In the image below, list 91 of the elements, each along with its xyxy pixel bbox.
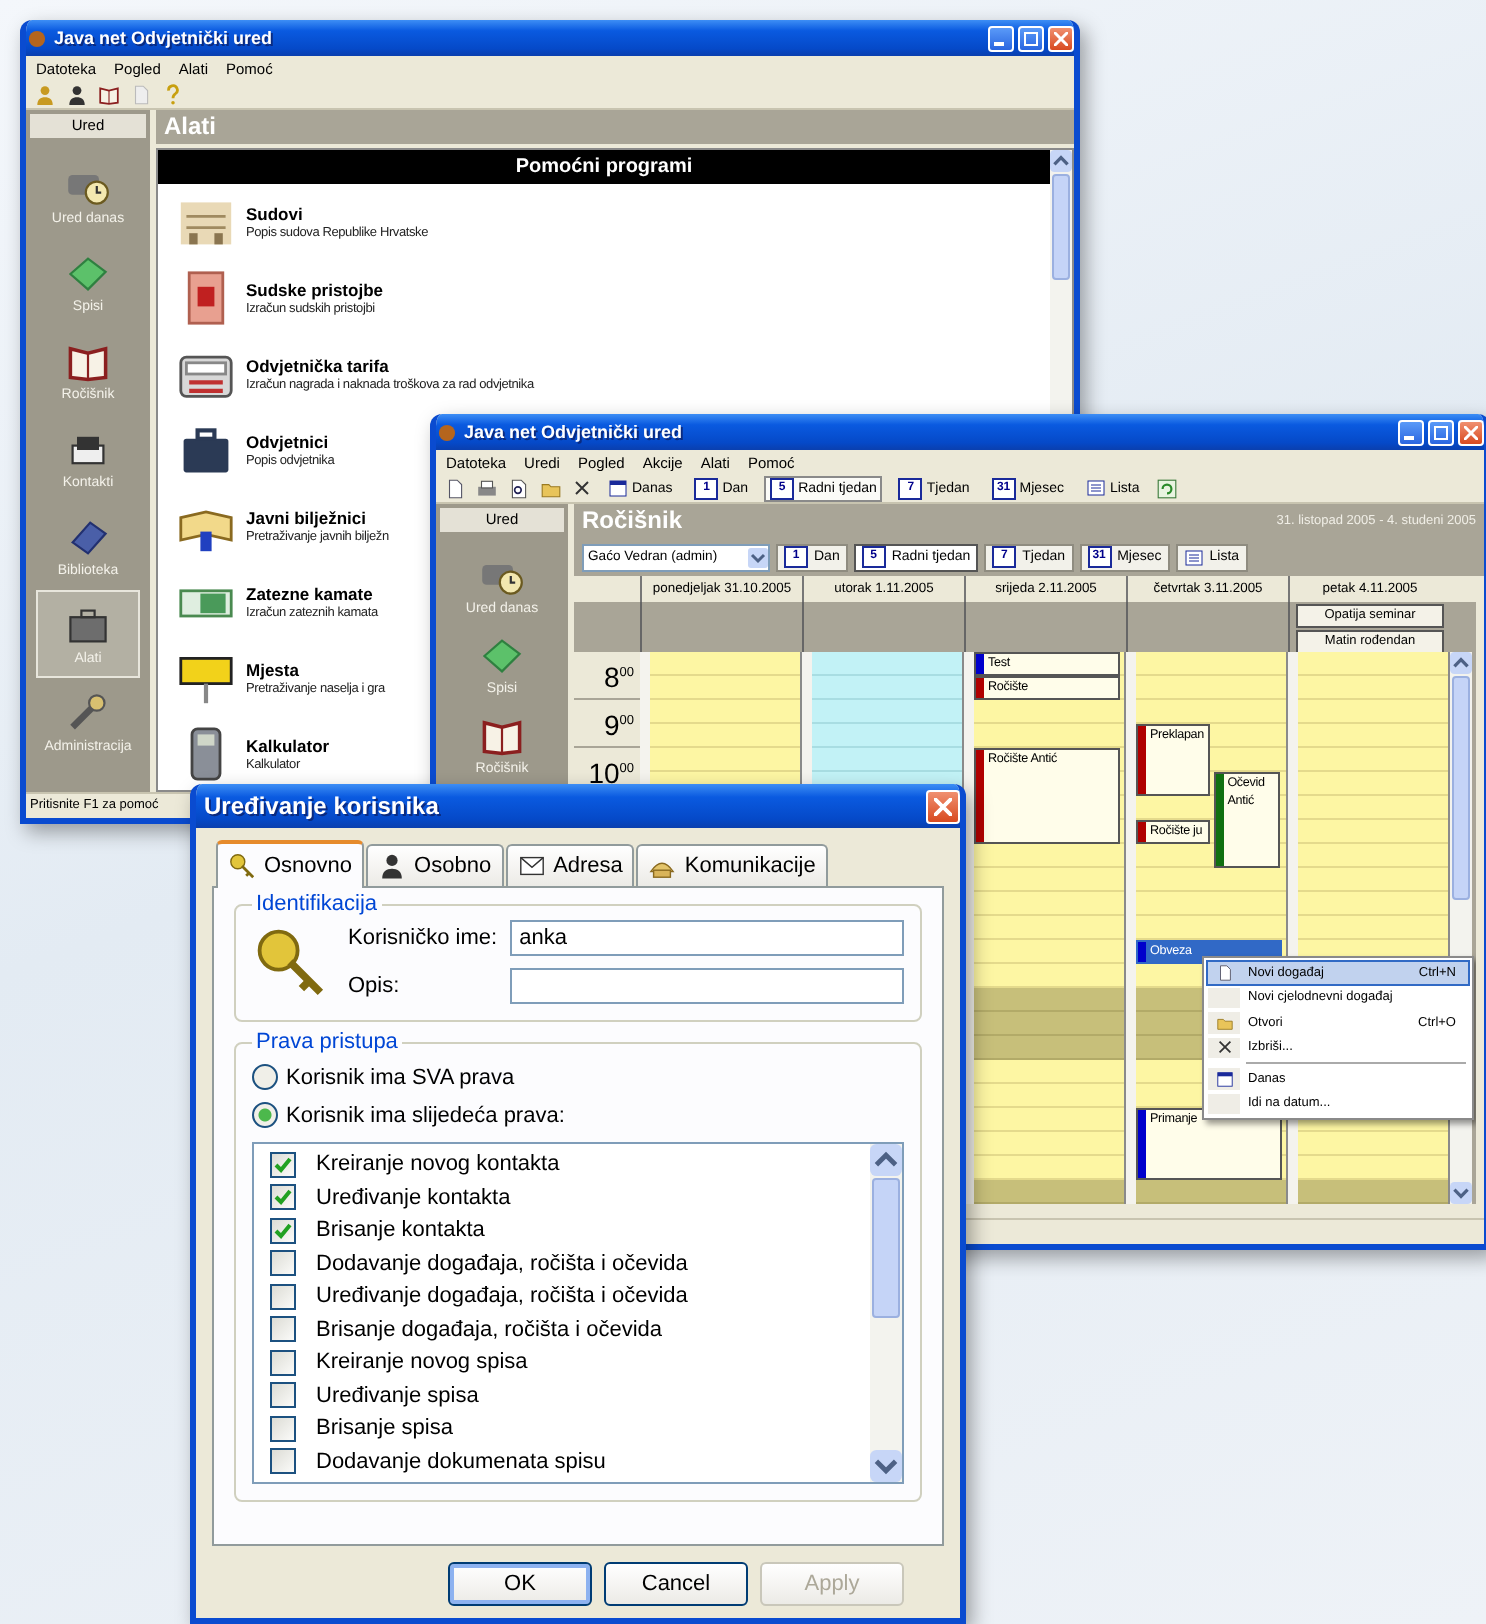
- close-icon: [934, 797, 952, 815]
- close-icon: [1054, 31, 1068, 45]
- dialog-button[interactable]: Cancel: [604, 1562, 748, 1606]
- dialog-button[interactable]: OK: [448, 1562, 592, 1606]
- tool-link[interactable]: Javni bilježnici: [246, 508, 389, 528]
- checkbox[interactable]: [270, 1415, 296, 1442]
- checkbox[interactable]: [270, 1382, 296, 1409]
- tool-link[interactable]: Kalkulator: [246, 736, 330, 756]
- keys-icon: [252, 924, 328, 1000]
- checkbox[interactable]: [270, 1283, 296, 1310]
- scroll-down-icon[interactable]: [870, 1450, 902, 1482]
- minimize-button[interactable]: [988, 25, 1014, 51]
- radio-button[interactable]: [252, 1064, 278, 1090]
- radio-button[interactable]: [252, 1102, 278, 1128]
- calendar-icon: [1215, 1069, 1233, 1088]
- checkbox[interactable]: [270, 1349, 296, 1376]
- keys-icon: [228, 852, 256, 880]
- window-title: Java net Odvjetnički ured: [464, 422, 685, 442]
- permission-label: Uređivanje spisa: [316, 1383, 479, 1408]
- radio-label[interactable]: Korisnik ima SVA prava: [286, 1065, 515, 1089]
- tab[interactable]: Osobno: [366, 844, 504, 886]
- dropdown-arrow-icon: [748, 547, 768, 567]
- permission-label: Kreiranje novog spisa: [316, 1350, 528, 1375]
- checkbox[interactable]: [270, 1448, 296, 1475]
- group-title: Identifikacija: [254, 892, 380, 916]
- tool-link[interactable]: Zatezne kamate: [246, 584, 378, 604]
- refresh-icon[interactable]: [1155, 477, 1178, 499]
- scrollbar[interactable]: [870, 1144, 902, 1482]
- app-icon: [438, 423, 456, 441]
- delete-icon[interactable]: [572, 478, 592, 498]
- minimize-button[interactable]: [1398, 419, 1424, 445]
- maximize-button[interactable]: [1428, 419, 1454, 445]
- close-button[interactable]: [926, 789, 960, 823]
- permission-label: Dodavanje dokumenata spisu: [316, 1449, 606, 1474]
- permission-label: Brisanje događaja, ročišta i očevida: [316, 1317, 663, 1342]
- checkbox[interactable]: [270, 1250, 296, 1277]
- briefcase-icon[interactable]: [178, 422, 234, 478]
- user-icon: [378, 852, 407, 880]
- group-title: Prava pristupa: [254, 1030, 400, 1054]
- tool-link[interactable]: Sudovi: [246, 204, 428, 224]
- tab[interactable]: Osnovno: [216, 840, 365, 888]
- scroll-up-icon[interactable]: [1050, 150, 1072, 172]
- close-icon: [1464, 425, 1478, 439]
- hour-label: 9$^{00}$: [574, 700, 640, 748]
- field-label: Opis:: [348, 974, 402, 998]
- maximize-button[interactable]: [1018, 25, 1044, 51]
- radio-label[interactable]: Korisnik ima slijedeća prava:: [286, 1103, 565, 1127]
- checkbox[interactable]: [270, 1151, 296, 1178]
- delete-icon: [1215, 1038, 1233, 1057]
- scroll-down-icon[interactable]: [1450, 1182, 1472, 1204]
- document-icon[interactable]: [444, 477, 466, 499]
- field-label: Korisničko ime:: [348, 926, 498, 950]
- hour-label: 8$^{00}$: [574, 652, 640, 700]
- scroll-up-icon[interactable]: [870, 1144, 902, 1176]
- permission-label: Uređivanje događaja, ročišta i očevida: [316, 1284, 688, 1309]
- close-button[interactable]: [1048, 25, 1074, 51]
- scroll-up-icon[interactable]: [1450, 652, 1472, 674]
- print-preview-icon[interactable]: [508, 477, 530, 499]
- checkbox[interactable]: [270, 1217, 296, 1244]
- permission-label: Brisanje spisa: [316, 1416, 453, 1441]
- permission-label: Uređivanje kontakta: [316, 1185, 511, 1210]
- tab[interactable]: Adresa: [505, 844, 635, 886]
- username-field[interactable]: anka: [509, 920, 904, 956]
- dialog-title: Uređivanje korisnika: [204, 792, 441, 820]
- envelope-icon: [517, 852, 546, 880]
- permission-label: Kreiranje novog kontakta: [316, 1152, 560, 1177]
- list-icon: [1183, 547, 1204, 567]
- checkbox[interactable]: [270, 1316, 296, 1343]
- permission-label: Dodavanje događaja, ročišta i očevida: [316, 1251, 688, 1276]
- panel-title: Ročišnik: [582, 504, 683, 538]
- description-field[interactable]: [509, 968, 904, 1004]
- list-icon: [1085, 478, 1106, 498]
- printer-icon[interactable]: [476, 477, 498, 499]
- tool-link[interactable]: Odvjetnici: [246, 432, 335, 452]
- tool-link[interactable]: Odvjetnička tarifa: [246, 356, 534, 376]
- document-icon: [1215, 963, 1233, 982]
- maximize-icon: [1434, 425, 1448, 439]
- maximize-icon: [1024, 31, 1038, 45]
- permission-label: Brisanje kontakta: [316, 1218, 485, 1243]
- tab[interactable]: Komunikacije: [636, 844, 828, 886]
- tool-link[interactable]: Sudske pristojbe: [246, 280, 383, 300]
- section-title: Pomoćni programi: [158, 150, 1050, 184]
- panel-title: Alati: [156, 110, 1074, 144]
- calendar-icon: [608, 478, 628, 498]
- app-icon: [28, 29, 46, 47]
- close-button[interactable]: [1458, 419, 1484, 445]
- window-title: Java net Odvjetnički ured: [54, 28, 275, 48]
- tool-link[interactable]: Mjesta: [246, 660, 385, 680]
- wrench-icon: [66, 691, 110, 735]
- user-icon[interactable]: [66, 83, 88, 105]
- checkbox[interactable]: [270, 1184, 296, 1211]
